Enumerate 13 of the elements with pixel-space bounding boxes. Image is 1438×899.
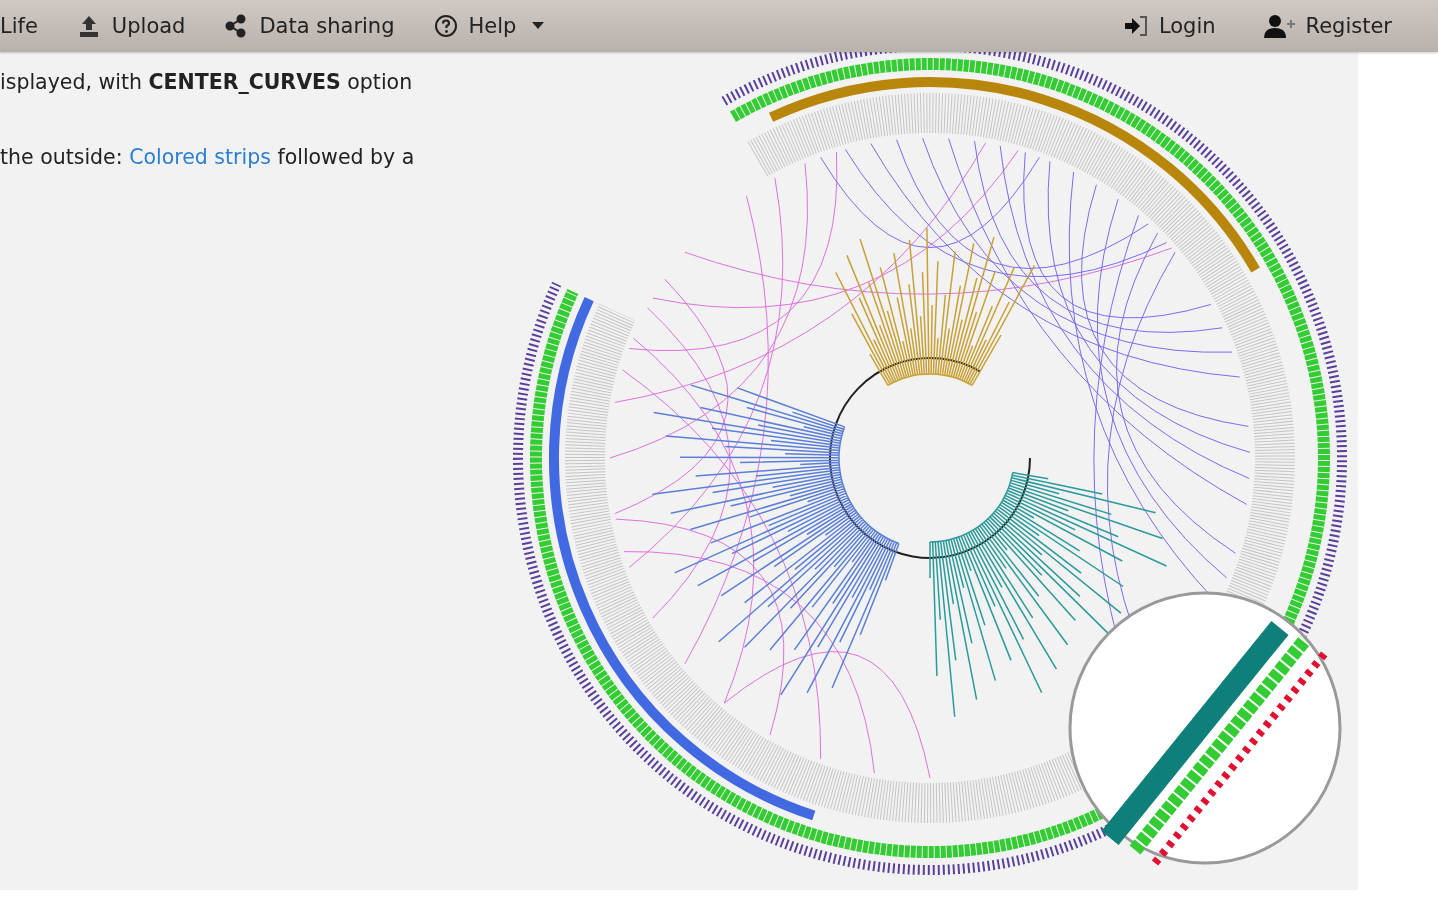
nav-link[interactable]: Life (0, 14, 38, 38)
nav-link[interactable]: Login (1122, 14, 1216, 38)
nav-link[interactable]: Help (432, 14, 545, 38)
description-text: isplayed, with CENTER_CURVES option (0, 69, 414, 96)
description-text: the outside: Colored strips followed by a (0, 144, 416, 171)
user-plus-icon (1263, 14, 1296, 38)
help-icon (432, 14, 459, 38)
nav-link[interactable]: Register (1263, 14, 1392, 38)
nav-link[interactable]: Data sharing (223, 14, 395, 38)
doc-link[interactable]: Colored strips (129, 145, 271, 169)
caret-icon (532, 22, 545, 30)
nav-link[interactable]: Upload (75, 14, 186, 38)
login-icon (1122, 14, 1149, 38)
